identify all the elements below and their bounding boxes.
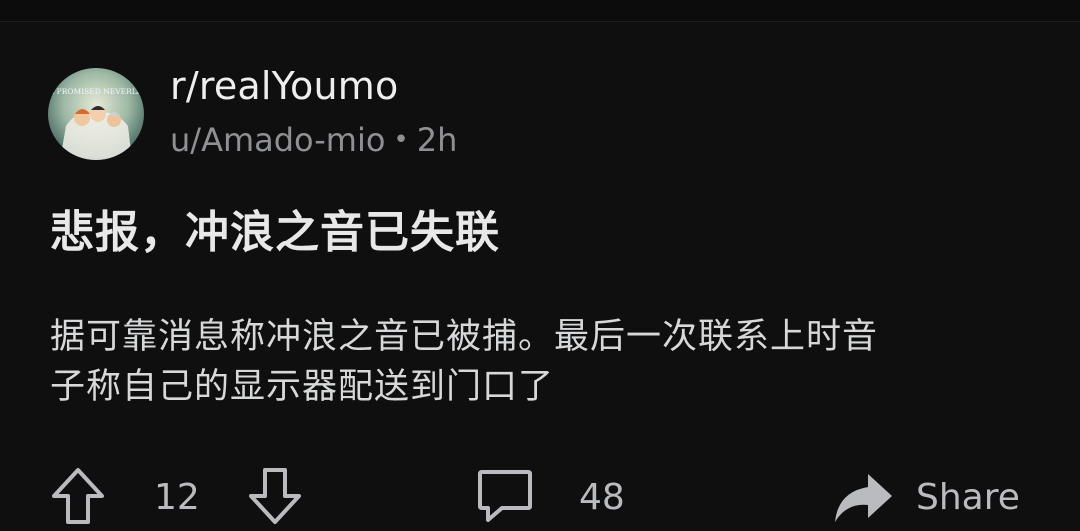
share-button[interactable] <box>832 470 894 530</box>
comment-bubble-icon <box>478 470 532 522</box>
post-body-line: 据可靠消息称冲浪之音已被捕。最后一次联系上时音 <box>50 317 879 357</box>
post-meta: u/Amado-mio • 2h <box>170 121 457 159</box>
upvote-button[interactable] <box>50 466 106 530</box>
vote-score: 12 <box>154 477 200 518</box>
downvote-button[interactable] <box>247 466 303 530</box>
comment-count[interactable]: 48 <box>579 477 625 518</box>
top-divider <box>0 0 1080 22</box>
arrow-up-icon <box>52 468 104 524</box>
post-body-line: 子称自己的显示器配送到门口了 <box>50 367 555 407</box>
meta-separator: • <box>393 125 409 155</box>
share-arrow-icon <box>835 474 892 522</box>
post-body[interactable]: 据可靠消息称冲浪之音已被捕。最后一次联系上时音 子称自己的显示器配送到门口了 <box>50 312 1030 412</box>
comments-button[interactable] <box>476 466 534 530</box>
post-time: 2h <box>416 121 458 159</box>
subreddit-avatar[interactable]: THE PROMISED NEVERLAND <box>48 68 144 160</box>
author-link[interactable]: u/Amado-mio <box>170 121 385 159</box>
avatar-logo-text: THE PROMISED NEVERLAND <box>48 87 144 96</box>
post-title[interactable]: 悲报，冲浪之音已失联 <box>50 196 500 260</box>
share-label[interactable]: Share <box>916 477 1020 518</box>
subreddit-name[interactable]: r/realYoumo <box>170 64 398 108</box>
arrow-down-icon <box>249 468 301 524</box>
